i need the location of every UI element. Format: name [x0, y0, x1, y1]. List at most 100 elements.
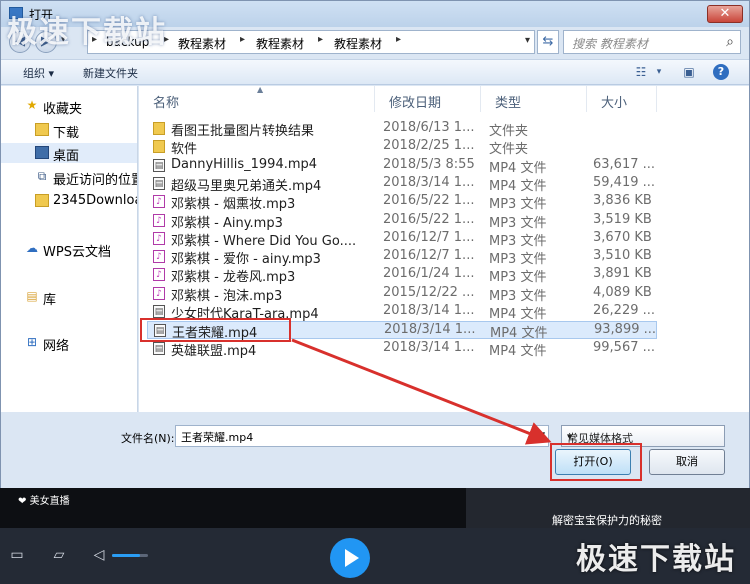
- file-row[interactable]: ♪ 邓紫棋 - 泡沫.mp3 2015/12/22 ... MP3 文件 4,089 K…: [147, 284, 657, 304]
- organize-button[interactable]: 组织 ▾: [23, 65, 54, 81]
- watermark-logo: 极速下载站: [7, 15, 167, 50]
- nav-label: WPS云文档: [43, 245, 111, 259]
- cloud-icon: ☁: [26, 241, 38, 255]
- filename-input[interactable]: 王者荣耀.mp4 ▾: [175, 425, 549, 447]
- open-folder-icon[interactable]: ▱: [50, 547, 68, 563]
- recent-icon: ⧉: [37, 169, 47, 183]
- toolbox-icon[interactable]: ▭: [8, 547, 26, 563]
- video-file-icon: ▤: [153, 341, 165, 355]
- file-row[interactable]: ▤ 超级马里奥兄弟通关.mp4 2018/3/14 1... MP4 文件 59,419…: [147, 175, 657, 194]
- file-date: 2018/3/14 1...: [384, 322, 476, 338]
- refresh-icon[interactable]: ⇆: [537, 30, 559, 54]
- navigation-pane: ★ 收藏夹 下载 桌面 ⧉ 最近访问的位置 2345Downloads ☁ WP…: [1, 86, 138, 412]
- nav-item-library[interactable]: ▤ 库: [1, 287, 137, 308]
- tip-text[interactable]: 解密宝宝保护力的秘密: [552, 512, 662, 528]
- volume-icon[interactable]: ◁: [90, 547, 108, 563]
- file-row[interactable]: ♪ 邓紫棋 - 爱你 - ainy.mp3 2016/12/7 1... MP3 文件…: [147, 248, 657, 267]
- help-icon[interactable]: ?: [713, 64, 729, 80]
- file-row[interactable]: ▤ 英雄联盟.mp4 2018/3/14 1... MP4 文件 99,567 ...: [147, 339, 657, 359]
- audio-file-icon: ♪: [153, 268, 165, 282]
- cancel-button[interactable]: 取消: [649, 449, 725, 475]
- nav-label: 收藏夹: [43, 102, 83, 116]
- file-type: MP4 文件: [489, 178, 547, 194]
- column-header-size[interactable]: 大小: [587, 86, 657, 112]
- file-type: MP4 文件: [490, 326, 548, 342]
- file-name: 超级马里奥兄弟通关.mp4: [171, 178, 322, 194]
- preview-pane-icon[interactable]: ▣: [681, 64, 697, 80]
- nav-label: 库: [43, 293, 57, 307]
- nav-item-wps-cloud[interactable]: ☁ WPS云文档: [1, 239, 137, 260]
- video-title: ❤ 美女直播: [18, 492, 70, 507]
- file-date: 2018/3/14 1...: [383, 339, 475, 355]
- file-type: MP4 文件: [489, 307, 547, 322]
- nav-item-network[interactable]: ⊞ 网络: [1, 333, 137, 354]
- play-button[interactable]: [330, 538, 370, 578]
- column-header-name[interactable]: 名称 ▲: [139, 85, 375, 112]
- column-label: 修改日期: [389, 96, 442, 111]
- breadcrumb-folder-1[interactable]: 教程素材: [178, 35, 226, 52]
- heart-icon: ❤: [18, 496, 27, 507]
- file-size: 3,510 KB: [593, 248, 652, 264]
- nav-label: 桌面: [53, 149, 80, 163]
- file-size: 93,899 ...: [594, 322, 657, 338]
- nav-label: 下载: [53, 126, 80, 140]
- video-title-text: 美女直播: [29, 496, 70, 507]
- file-row[interactable]: ♪ 邓紫棋 - 烟熏妆.mp3 2016/5/22 1... MP3 文件 3,836 …: [147, 193, 657, 213]
- close-button[interactable]: ✕: [707, 5, 743, 23]
- file-list: 名称 ▲ 修改日期 类型 大小 看图王批量图片转换结果 2018/6/13 1..…: [139, 85, 749, 412]
- file-date: 2018/5/3 8:55: [383, 156, 475, 172]
- nav-item-2345downloads[interactable]: 2345Downloads: [1, 191, 137, 211]
- file-type: MP3 文件: [489, 215, 547, 231]
- column-header-type[interactable]: 类型: [481, 86, 587, 112]
- file-row[interactable]: ♪ 邓紫棋 - Where Did You Go.... 2016/12/7 1..…: [147, 230, 657, 249]
- file-row[interactable]: 软件 2018/2/25 1... 文件夹: [147, 138, 657, 157]
- file-name: 邓紫棋 - 烟熏妆.mp3: [171, 197, 296, 213]
- file-size: 99,567 ...: [593, 339, 656, 355]
- file-date: 2015/12/22 ...: [383, 284, 475, 300]
- search-icon[interactable]: ⌕: [726, 34, 734, 50]
- video-file-icon: ▤: [153, 305, 165, 318]
- play-icon: [345, 549, 359, 567]
- file-row[interactable]: ♪ 邓紫棋 - 龙卷风.mp3 2016/1/24 1... MP3 文件 3,891 …: [147, 266, 657, 286]
- file-type: MP3 文件: [489, 233, 547, 249]
- file-type: MP3 文件: [489, 197, 547, 213]
- column-label: 名称: [153, 96, 180, 111]
- column-label: 大小: [601, 96, 628, 111]
- breadcrumb-folder-3[interactable]: 教程素材: [334, 35, 382, 52]
- video-area: ❤ 美女直播 解密宝宝保护力的秘密: [0, 488, 750, 528]
- file-row[interactable]: ♪ 邓紫棋 - Ainy.mp3 2016/5/22 1... MP3 文件 3,519…: [147, 212, 657, 231]
- file-name: 邓紫棋 - Where Did You Go....: [171, 233, 357, 249]
- file-name: 邓紫棋 - 泡沫.mp3: [171, 288, 283, 304]
- column-header-modified[interactable]: 修改日期: [375, 86, 481, 112]
- network-icon: ⊞: [26, 335, 38, 349]
- nav-item-favorites[interactable]: ★ 收藏夹: [1, 96, 137, 117]
- file-name: 邓紫棋 - 龙卷风.mp3: [171, 270, 296, 286]
- audio-file-icon: ♪: [153, 213, 165, 227]
- nav-item-downloads[interactable]: 下载: [1, 120, 137, 140]
- file-type: 文件夹: [489, 124, 529, 139]
- file-row[interactable]: 看图王批量图片转换结果 2018/6/13 1... 文件夹: [147, 120, 657, 139]
- annotation-box-open-button: [550, 443, 642, 481]
- annotation-box-selected-file: [140, 318, 291, 342]
- view-dropdown-icon[interactable]: ▾: [651, 64, 667, 80]
- folder-icon: [35, 123, 49, 136]
- search-input[interactable]: 搜索 教程素材 ⌕: [563, 30, 741, 54]
- file-name: DannyHillis_1994.mp4: [171, 156, 318, 172]
- chevron-right-icon[interactable]: ▸: [240, 34, 245, 45]
- new-folder-button[interactable]: 新建文件夹: [83, 65, 138, 81]
- audio-file-icon: ♪: [153, 286, 165, 300]
- address-dropdown-icon[interactable]: ▾: [525, 35, 530, 46]
- nav-item-recent[interactable]: ⧉ 最近访问的位置: [1, 167, 137, 188]
- chevron-right-icon[interactable]: ▸: [318, 34, 323, 45]
- chevron-down-icon[interactable]: ▾: [540, 430, 545, 440]
- file-row[interactable]: ▤ DannyHillis_1994.mp4 2018/5/3 8:55 MP4 文件…: [147, 156, 657, 176]
- breadcrumb-folder-2[interactable]: 教程素材: [256, 35, 304, 52]
- view-options-icon[interactable]: ☷: [633, 64, 649, 80]
- file-name: 邓紫棋 - Ainy.mp3: [171, 215, 283, 231]
- desktop-icon: [35, 146, 49, 159]
- file-size: 63,617 ...: [593, 156, 656, 172]
- chevron-right-icon[interactable]: ▸: [396, 34, 401, 45]
- star-icon: ★: [26, 98, 38, 112]
- folder-icon: [153, 140, 165, 154]
- nav-item-desktop[interactable]: 桌面: [1, 143, 137, 163]
